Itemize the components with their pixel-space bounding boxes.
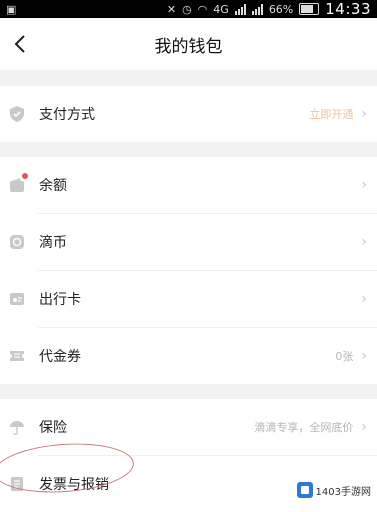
travel-card-row[interactable]: 出行卡 › [0,271,377,327]
chevron-right-icon: › [361,106,367,122]
balance-label: 余额 [39,178,67,194]
battery-icon [299,3,320,15]
payment-method-row[interactable]: 支付方式 立即开通 › [0,86,377,142]
spacer [0,70,377,86]
battery-percent: 66% [268,2,294,16]
chevron-right-icon: › [361,234,367,250]
chevron-right-icon: › [361,291,367,307]
back-button[interactable] [10,32,30,56]
coupon-icon [8,347,26,365]
coin-icon [8,233,26,251]
wifi-icon: ◠ [197,2,208,16]
shield-icon [8,105,26,123]
coupon-row[interactable]: 代金券 0张 › [0,328,377,384]
chevron-right-icon: › [361,348,367,364]
insurance-label: 保险 [39,420,67,436]
status-bar: ▣ ✕ ◷ ◠ 4G 66% 14:33 [0,0,377,18]
status-right: ✕ ◷ ◠ 4G 66% 14:33 [167,0,371,18]
chevron-right-icon: › [361,419,367,435]
chevron-right-icon: › [361,177,367,193]
payment-method-label: 支付方式 [39,107,95,123]
coupon-label: 代金券 [39,349,81,365]
page-title: 我的钱包 [154,36,223,57]
status-left: ▣ [6,3,16,16]
payment-method-value: 立即开通 [309,108,354,121]
site-logo-icon [296,482,313,498]
image-notification-icon: ▣ [6,2,17,16]
wallet-section: 余额 › 滴币 › 出行卡 › 代金券 0张 › [0,157,377,384]
umbrella-icon [8,418,26,436]
navbar: 我的钱包 [0,18,377,70]
card-icon [8,290,26,308]
mute-icon: ✕ [166,2,177,16]
insurance-row[interactable]: 保险 滴滴专享，全网底价 › [0,399,377,455]
coin-label: 滴币 [39,235,67,251]
coupon-value: 0张 [335,350,354,363]
signal-icon [234,3,246,15]
payment-section: 支付方式 立即开通 › [0,86,377,142]
insurance-value: 滴滴专享，全网底价 [254,421,354,434]
status-time: 14:33 [325,0,371,18]
balance-row[interactable]: 余额 › [0,157,377,213]
alarm-icon: ◷ [182,2,192,16]
invoice-icon [8,475,26,493]
watermark-text: 1403手游网 [315,486,371,498]
coin-row[interactable]: 滴币 › [0,214,377,270]
watermark: 1403手游网 [296,482,371,498]
signal-icon-2 [251,3,263,15]
network-type-label: 4G [213,2,229,16]
chevron-left-icon [14,35,25,53]
notification-badge [22,173,28,179]
wallet-icon [8,173,28,194]
travel-card-label: 出行卡 [39,292,81,308]
spacer [0,142,377,157]
spacer [0,384,377,399]
